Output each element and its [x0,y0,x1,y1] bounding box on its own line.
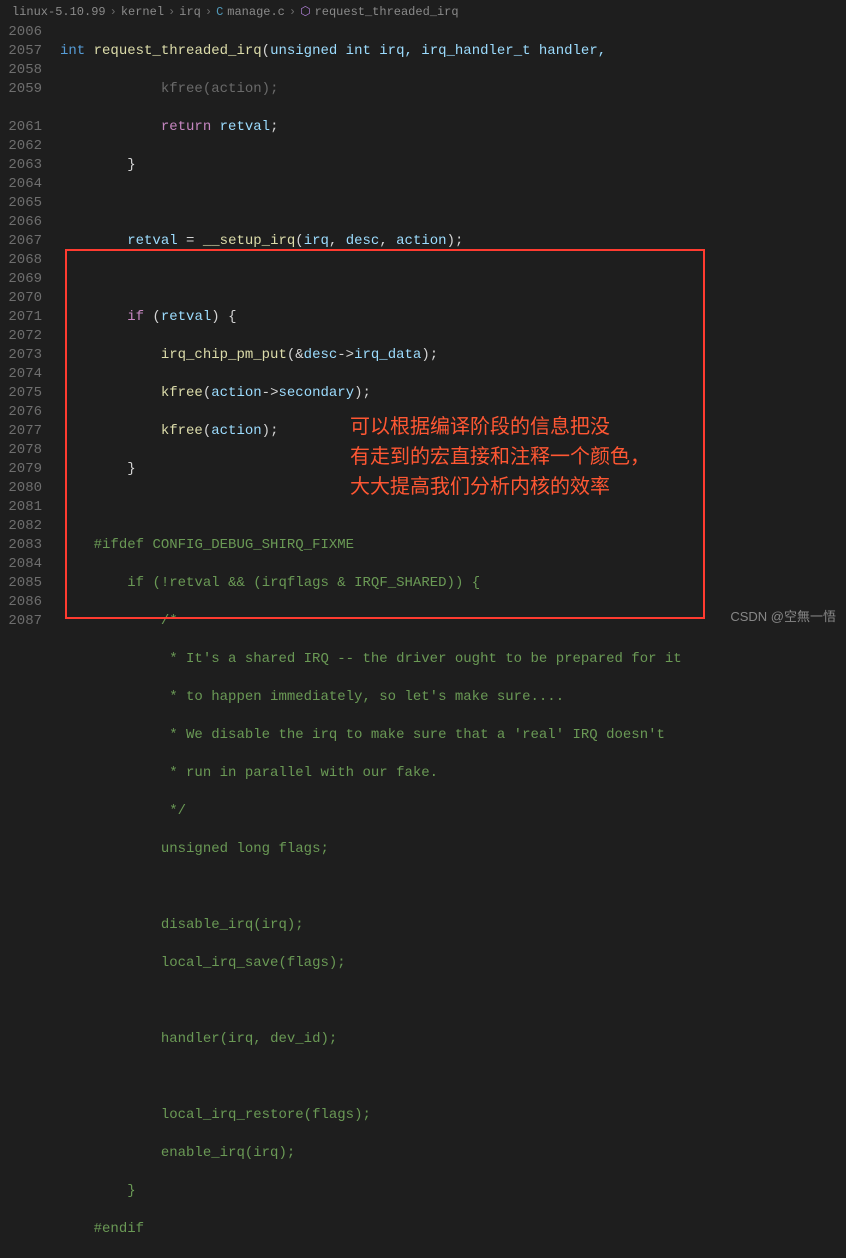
line-number: 2071 [8,308,42,327]
line-number: 2069 [8,270,42,289]
code-line[interactable]: * It's a shared IRQ -- the driver ought … [60,650,846,669]
line-number: 2074 [8,365,42,384]
breadcrumb-item[interactable]: irq [179,5,201,19]
code-line[interactable]: kfree(action); [60,80,846,99]
c-file-icon: C [216,5,223,19]
code-line[interactable]: #endif [60,1220,846,1239]
code-line[interactable]: retval = __setup_irq(irq, desc, action); [60,232,846,251]
line-number: 2083 [8,536,42,555]
code-line[interactable]: } [60,156,846,175]
code-line[interactable] [60,194,846,213]
line-number: 2085 [8,574,42,593]
line-number-gutter: 2006 2057 2058 2059 2061 2062 2063 2064 … [0,23,60,1258]
code-line[interactable]: handler(irq, dev_id); [60,1030,846,1049]
line-number: 2066 [8,213,42,232]
code-line[interactable] [60,878,846,897]
line-number: 2058 [8,61,42,80]
code-line[interactable]: if (retval) { [60,308,846,327]
code-line[interactable]: #ifdef CONFIG_DEBUG_SHIRQ_FIXME [60,536,846,555]
line-number: 2064 [8,175,42,194]
code-line[interactable]: disable_irq(irq); [60,916,846,935]
line-number: 2078 [8,441,42,460]
code-line[interactable]: unsigned long flags; [60,840,846,859]
line-number: 2006 [8,23,42,42]
function-icon: ⬡ [300,4,310,19]
line-number: 2079 [8,460,42,479]
line-number: 2070 [8,289,42,308]
code-line[interactable]: enable_irq(irq); [60,1144,846,1163]
line-number: 2057 [8,42,42,61]
line-number: 2076 [8,403,42,422]
line-number: 2061 [8,118,42,137]
line-number: 2067 [8,232,42,251]
chevron-right-icon: › [289,5,296,19]
line-number: 2082 [8,517,42,536]
line-number: 2081 [8,498,42,517]
breadcrumb-item[interactable]: linux-5.10.99 [12,5,106,19]
code-line[interactable]: local_irq_restore(flags); [60,1106,846,1125]
code-line[interactable] [60,270,846,289]
code-line[interactable]: local_irq_save(flags); [60,954,846,973]
code-line[interactable]: * We disable the irq to make sure that a… [60,726,846,745]
breadcrumb-file[interactable]: C manage.c [216,5,285,19]
line-number: 2062 [8,137,42,156]
line-number: 2080 [8,479,42,498]
code-line[interactable]: return retval; [60,118,846,137]
code-line[interactable]: * run in parallel with our fake. [60,764,846,783]
breadcrumb-symbol[interactable]: ⬡ request_threaded_irq [300,4,459,19]
code-line[interactable]: int request_threaded_irq(unsigned int ir… [60,42,846,61]
code-line[interactable] [60,498,846,517]
line-number: 2073 [8,346,42,365]
line-number: 2087 [8,612,42,631]
watermark: CSDN @空無一悟 [730,606,836,625]
chevron-right-icon: › [205,5,212,19]
line-number: 2072 [8,327,42,346]
code-line[interactable]: */ [60,802,846,821]
code-line[interactable]: } [60,1182,846,1201]
line-number: 2077 [8,422,42,441]
code-line[interactable]: * to happen immediately, so let's make s… [60,688,846,707]
line-number: 2086 [8,593,42,612]
code-line[interactable] [60,992,846,1011]
line-number: 2063 [8,156,42,175]
code-line[interactable] [60,1068,846,1087]
line-number: 2065 [8,194,42,213]
code-content[interactable]: int request_threaded_irq(unsigned int ir… [60,23,846,1258]
code-line[interactable]: kfree(action); [60,422,846,441]
code-editor[interactable]: 2006 2057 2058 2059 2061 2062 2063 2064 … [0,23,846,1258]
code-line[interactable]: irq_chip_pm_put(&desc->irq_data); [60,346,846,365]
chevron-right-icon: › [168,5,175,19]
line-number: 2059 [8,80,42,99]
line-number: 2068 [8,251,42,270]
code-line[interactable]: /* [60,612,846,631]
line-number: 2084 [8,555,42,574]
chevron-right-icon: › [110,5,117,19]
code-line[interactable]: kfree(action->secondary); [60,384,846,403]
code-line[interactable]: if (!retval && (irqflags & IRQF_SHARED))… [60,574,846,593]
line-number: 2075 [8,384,42,403]
breadcrumb-item[interactable]: kernel [121,5,164,19]
code-line[interactable]: } [60,460,846,479]
breadcrumb[interactable]: linux-5.10.99 › kernel › irq › C manage.… [0,0,846,23]
line-number [8,99,42,118]
